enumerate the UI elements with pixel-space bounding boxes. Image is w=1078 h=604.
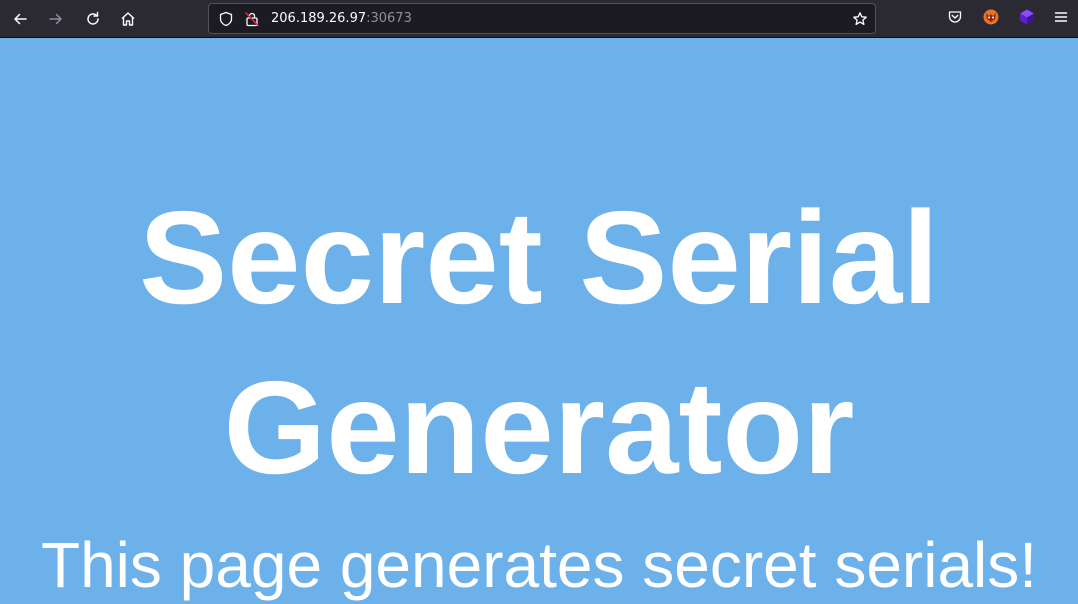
hamburger-menu-icon <box>1053 9 1069 30</box>
url-host: 206.189.26.97 <box>271 11 367 26</box>
reload-icon <box>85 11 101 27</box>
reload-button[interactable] <box>79 5 107 33</box>
arrow-right-icon <box>48 11 64 27</box>
pocket-button[interactable] <box>944 8 966 30</box>
fox-extension-icon <box>982 8 1000 31</box>
forward-button[interactable] <box>42 5 70 33</box>
home-icon <box>120 11 136 27</box>
shield-icon[interactable] <box>217 10 235 28</box>
address-bar[interactable]: 206.189.26.97:30673 <box>208 3 876 34</box>
cube-extension-button[interactable] <box>1016 8 1038 30</box>
url-port: :30673 <box>366 11 412 26</box>
page-subtitle: This page generates secret serials! <box>40 529 1038 601</box>
arrow-left-icon <box>12 11 28 27</box>
url-text[interactable]: 206.189.26.97:30673 <box>271 11 412 27</box>
pocket-icon <box>947 9 963 30</box>
lock-insecure-icon[interactable] <box>243 10 261 28</box>
back-button[interactable] <box>6 5 34 33</box>
page-title: Secret Serial Generator <box>139 184 939 501</box>
home-button[interactable] <box>114 5 142 33</box>
star-icon[interactable] <box>851 10 869 28</box>
browser-toolbar: 206.189.26.97:30673 <box>0 0 1078 38</box>
fox-extension-button[interactable] <box>980 8 1002 30</box>
menu-button[interactable] <box>1050 8 1072 30</box>
page-content: Secret Serial Generator This page genera… <box>0 39 1078 604</box>
cube-extension-icon <box>1018 8 1036 31</box>
